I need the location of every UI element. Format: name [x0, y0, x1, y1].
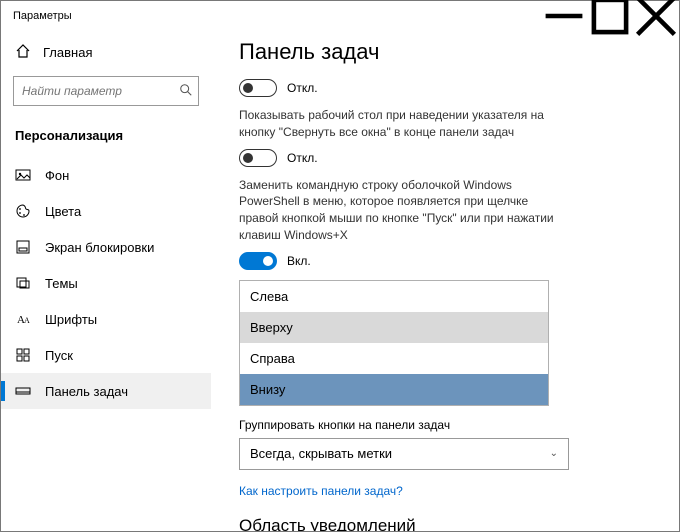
nav-label: Темы: [45, 276, 78, 291]
nav-label: Фон: [45, 168, 69, 183]
titlebar: Параметры: [1, 1, 679, 31]
page-title: Панель задач: [239, 39, 651, 65]
main-panel: Панель задач Откл. Показывать рабочий ст…: [211, 31, 679, 531]
taskbar-position-dropdown[interactable]: Слева Вверху Справа Внизу: [239, 280, 549, 406]
group-buttons-label: Группировать кнопки на панели задач: [239, 418, 651, 432]
position-option-bottom[interactable]: Внизу: [240, 374, 548, 405]
search-field[interactable]: [22, 84, 179, 98]
sidebar-item-themes[interactable]: Темы: [1, 265, 211, 301]
group-buttons-combo[interactable]: Всегда, скрывать метки ⌄: [239, 438, 569, 470]
desc-peek-desktop: Показывать рабочий стол при наведении ук…: [239, 107, 569, 141]
minimize-button[interactable]: [541, 1, 587, 31]
palette-icon: [15, 203, 31, 219]
taskbar-icon: [15, 383, 31, 399]
toggle-desktop-preview[interactable]: [239, 149, 277, 167]
search-input[interactable]: [13, 76, 199, 106]
position-option-left[interactable]: Слева: [240, 281, 548, 312]
picture-icon: [15, 167, 31, 183]
position-option-right[interactable]: Справа: [240, 343, 548, 374]
sidebar-item-fonts[interactable]: AA Шрифты: [1, 301, 211, 337]
close-button[interactable]: [633, 1, 679, 31]
section-notification-area: Область уведомлений: [239, 516, 651, 531]
chevron-down-icon: ⌄: [550, 448, 558, 459]
fonts-icon: AA: [15, 311, 31, 327]
window-title: Параметры: [13, 10, 72, 22]
maximize-button[interactable]: [587, 1, 633, 31]
sidebar-item-taskbar[interactable]: Панель задач: [1, 373, 211, 409]
toggle-peek[interactable]: [239, 79, 277, 97]
toggle-desktop-state: Откл.: [287, 151, 318, 165]
toggle-powershell-state: Вкл.: [287, 254, 311, 268]
lockscreen-icon: [15, 239, 31, 255]
nav-label: Панель задач: [45, 384, 128, 399]
sidebar-item-lockscreen[interactable]: Экран блокировки: [1, 229, 211, 265]
position-option-top[interactable]: Вверху: [240, 312, 548, 343]
nav-label: Экран блокировки: [45, 240, 154, 255]
desc-powershell: Заменить командную строку оболочкой Wind…: [239, 177, 569, 244]
toggle-powershell[interactable]: [239, 252, 277, 270]
nav-label: Шрифты: [45, 312, 97, 327]
sidebar-item-background[interactable]: Фон: [1, 157, 211, 193]
themes-icon: [15, 275, 31, 291]
start-icon: [15, 347, 31, 363]
home-label: Главная: [43, 45, 92, 60]
nav-label: Пуск: [45, 348, 73, 363]
nav-label: Цвета: [45, 204, 81, 219]
home-link[interactable]: Главная: [1, 37, 211, 72]
search-icon: [179, 83, 193, 100]
sidebar-item-start[interactable]: Пуск: [1, 337, 211, 373]
link-customize-taskbar[interactable]: Как настроить панели задач?: [239, 484, 651, 498]
svg-text:A: A: [24, 316, 30, 325]
group-buttons-value: Всегда, скрывать метки: [250, 446, 392, 461]
sidebar: Главная Персонализация Фон Цвета Экран б…: [1, 31, 211, 531]
toggle-peek-state: Откл.: [287, 81, 318, 95]
sidebar-item-colors[interactable]: Цвета: [1, 193, 211, 229]
sidebar-section: Персонализация: [1, 122, 211, 157]
home-icon: [15, 43, 31, 62]
